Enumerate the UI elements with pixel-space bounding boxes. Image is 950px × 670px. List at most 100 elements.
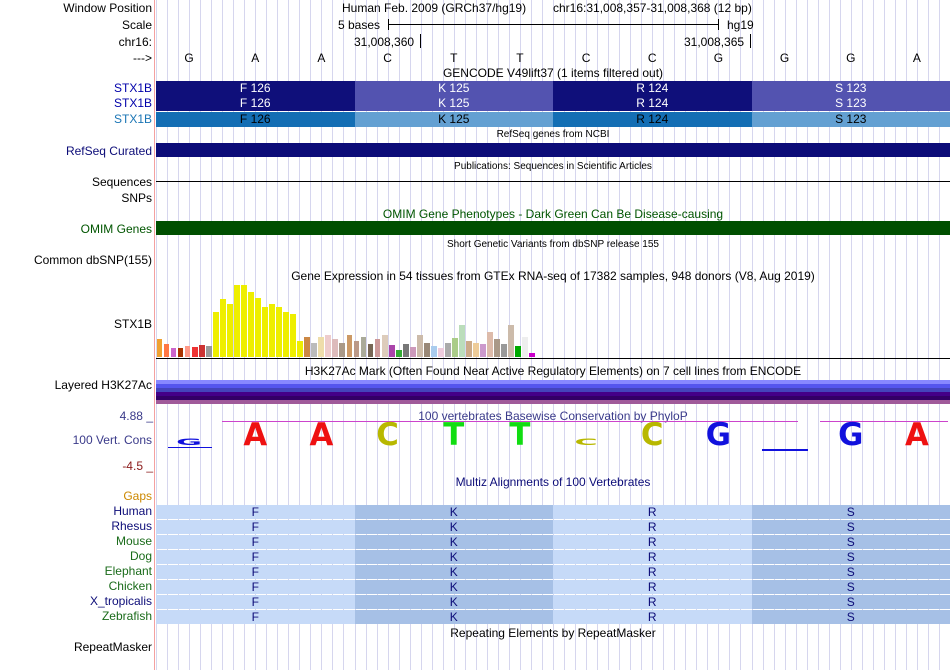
gencode-codon[interactable]: R 124 — [553, 112, 752, 127]
multiz-aa-cell[interactable]: R — [553, 505, 752, 519]
gtex-tissue-bar[interactable] — [466, 341, 472, 357]
gencode-codon[interactable]: R 124 — [553, 96, 752, 111]
gtex-tissue-bar[interactable] — [360, 337, 367, 357]
dbsnp-track-title[interactable]: Short Genetic Variants from dbSNP releas… — [156, 239, 950, 250]
cons-base-letter[interactable]: A — [222, 420, 288, 451]
gtex-tissue-bar[interactable] — [374, 339, 381, 357]
multiz-aa-cell[interactable]: S — [751, 535, 950, 549]
h3k27ac-track-title[interactable]: H3K27Ac Mark (Often Found Near Active Re… — [156, 364, 950, 378]
cons-base-letter[interactable]: C — [355, 420, 421, 451]
gencode-codon[interactable]: K 125 — [354, 81, 553, 96]
multiz-aa-cell[interactable]: F — [156, 505, 355, 519]
gencode-label-1[interactable]: STX1B — [0, 81, 152, 95]
species-label[interactable]: Elephant — [0, 564, 152, 578]
multiz-aa-cell[interactable]: K — [354, 550, 553, 564]
gtex-tissue-bar[interactable] — [311, 343, 318, 357]
gencode-codon[interactable]: F 126 — [156, 81, 355, 96]
gtex-tissue-bar[interactable] — [402, 344, 409, 357]
cons-base-letter[interactable]: G — [685, 420, 751, 451]
gtex-tissue-bar[interactable] — [184, 346, 191, 357]
multiz-aa-cell[interactable]: S — [751, 520, 950, 534]
multiz-aa-cell[interactable]: S — [751, 580, 950, 594]
gtex-tissue-bar[interactable] — [508, 325, 515, 357]
multiz-aa-cell[interactable]: K — [354, 520, 553, 534]
gtex-tissue-bar[interactable] — [325, 335, 332, 357]
gtex-tissue-bar[interactable] — [233, 285, 240, 357]
species-label[interactable]: Rhesus — [0, 519, 152, 533]
gtex-tissue-bar[interactable] — [388, 345, 395, 357]
gtex-tissue-bar[interactable] — [346, 335, 353, 357]
gencode-label-2[interactable]: STX1B — [0, 96, 152, 110]
gtex-tissue-bar[interactable] — [276, 307, 282, 357]
multiz-aa-cell[interactable]: K — [354, 580, 553, 594]
gtex-tissue-bar[interactable] — [163, 344, 170, 357]
gtex-tissue-bar[interactable] — [339, 343, 346, 357]
gtex-tissue-bar[interactable] — [255, 298, 261, 357]
cons-base-letter[interactable]: A — [288, 420, 354, 451]
multiz-aa-cell[interactable]: K — [354, 535, 553, 549]
gtex-tissue-bar[interactable] — [445, 343, 451, 357]
multiz-aa-cell[interactable]: K — [354, 565, 553, 579]
gtex-tissue-bar[interactable] — [297, 341, 304, 357]
position-text[interactable]: chr16:31,008,357-31,008,368 (12 bp) — [553, 1, 752, 15]
gencode-codon[interactable]: F 126 — [156, 112, 355, 127]
gtex-tissue-bar[interactable] — [459, 325, 465, 357]
gtex-expression-chart[interactable] — [156, 284, 536, 357]
multiz-aa-cell[interactable]: F — [156, 595, 355, 609]
gtex-tissue-bar[interactable] — [494, 339, 501, 357]
gtex-tissue-bar[interactable] — [318, 337, 325, 357]
multiz-aa-cell[interactable]: K — [354, 610, 553, 624]
multiz-aa-cell[interactable]: F — [156, 535, 355, 549]
gencode-track-title[interactable]: GENCODE V49lift37 (1 items filtered out) — [156, 66, 950, 80]
multiz-aa-cell[interactable]: F — [156, 610, 355, 624]
multiz-aa-cell[interactable]: R — [553, 580, 752, 594]
gtex-tissue-bar[interactable] — [170, 348, 177, 357]
refseq-label[interactable]: RefSeq Curated — [0, 144, 152, 158]
multiz-aa-cell[interactable]: R — [553, 595, 752, 609]
gtex-tissue-bar[interactable] — [247, 292, 254, 357]
species-label[interactable]: Dog — [0, 549, 152, 563]
gencode-codon[interactable]: S 123 — [751, 112, 950, 127]
gtex-tissue-bar[interactable] — [515, 346, 522, 357]
gencode-label-3[interactable]: STX1B — [0, 112, 152, 126]
gtex-tissue-bar[interactable] — [304, 337, 311, 357]
species-label[interactable]: Chicken — [0, 579, 152, 593]
gtex-tissue-bar[interactable] — [283, 312, 289, 357]
gtex-tissue-bar[interactable] — [430, 346, 437, 357]
gtex-tissue-bar[interactable] — [198, 345, 205, 357]
multiz-aa-cell[interactable]: S — [751, 565, 950, 579]
gtex-tissue-bar[interactable] — [367, 344, 374, 357]
gtex-tissue-bar[interactable] — [290, 314, 297, 357]
gtex-tissue-bar[interactable] — [205, 346, 212, 357]
species-label[interactable]: Human — [0, 504, 152, 518]
multiz-aa-cell[interactable]: R — [553, 535, 752, 549]
gencode-codon[interactable]: S 123 — [751, 96, 950, 111]
repeatmasker-label[interactable]: RepeatMasker — [0, 640, 152, 654]
gtex-tissue-bar[interactable] — [177, 348, 184, 357]
multiz-aa-cell[interactable]: S — [751, 610, 950, 624]
gtex-tissue-bar[interactable] — [522, 337, 529, 357]
gtex-tissue-bar[interactable] — [381, 335, 388, 357]
gtex-tissue-bar[interactable] — [353, 341, 360, 357]
multiz-aa-cell[interactable]: F — [156, 580, 355, 594]
omim-feature[interactable] — [156, 221, 950, 235]
omim-label[interactable]: OMIM Genes — [0, 222, 152, 236]
multiz-aa-cell[interactable]: S — [751, 595, 950, 609]
repeatmasker-track-title[interactable]: Repeating Elements by RepeatMasker — [156, 626, 950, 640]
multiz-aa-cell[interactable]: R — [553, 520, 752, 534]
gtex-tissue-bar[interactable] — [452, 338, 458, 357]
gtex-tissue-bar[interactable] — [501, 344, 508, 357]
cons-base-letter[interactable]: C — [619, 420, 685, 451]
species-label[interactable]: X_tropicalis — [0, 594, 152, 608]
gtex-tissue-bar[interactable] — [487, 332, 494, 357]
h3k27ac-label[interactable]: Layered H3K27Ac — [0, 378, 152, 392]
multiz-aa-cell[interactable]: F — [156, 520, 355, 534]
gtex-tissue-bar[interactable] — [219, 299, 226, 357]
omim-track-title[interactable]: OMIM Gene Phenotypes - Dark Green Can Be… — [156, 207, 950, 221]
multiz-aa-cell[interactable]: R — [553, 550, 752, 564]
multiz-aa-cell[interactable]: S — [751, 550, 950, 564]
gencode-codon[interactable]: K 125 — [354, 96, 553, 111]
gtex-tissue-bar[interactable] — [226, 304, 233, 357]
cons-base-letter[interactable]: A — [884, 420, 950, 451]
gtex-label[interactable]: STX1B — [0, 317, 152, 331]
